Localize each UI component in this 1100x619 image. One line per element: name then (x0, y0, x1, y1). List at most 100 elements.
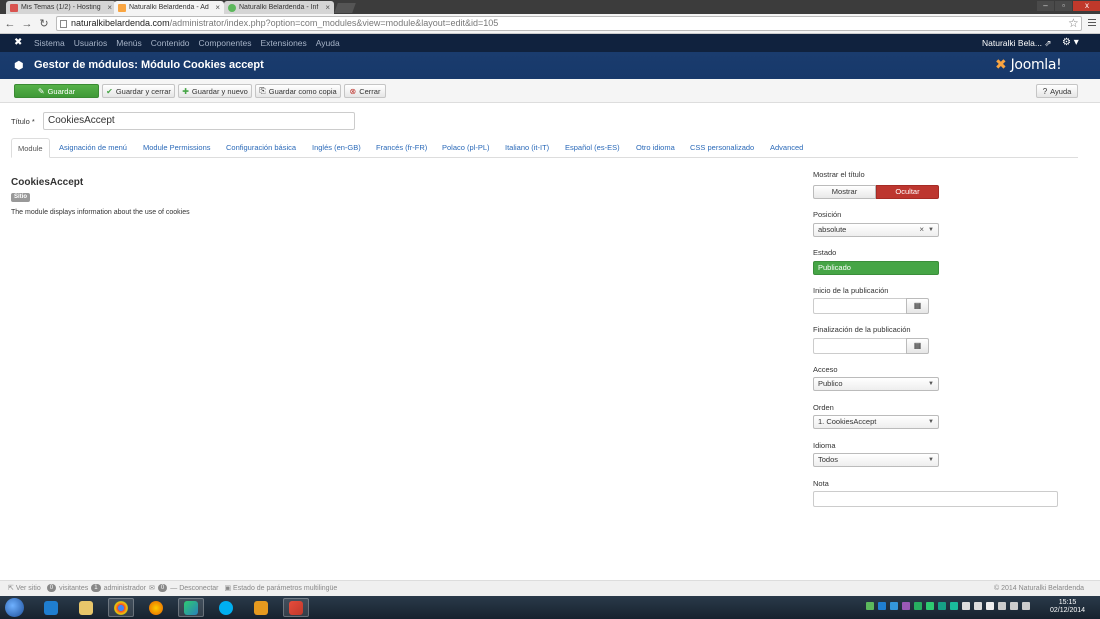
tab-basic-config[interactable]: Configuración básica (226, 138, 296, 158)
tab-module-permissions[interactable]: Module Permissions (143, 138, 211, 158)
tab-module[interactable]: Module (11, 138, 50, 158)
media-player-icon[interactable] (248, 598, 274, 617)
page-icon (60, 20, 67, 28)
menu-extensiones[interactable]: Extensiones (260, 38, 306, 48)
save-button[interactable]: ✎ Guardar (14, 84, 99, 98)
cancel-icon: ⊗ (349, 86, 357, 96)
skype-icon[interactable] (213, 598, 239, 617)
tray-icon[interactable] (938, 602, 946, 610)
check-icon: ✔ (106, 86, 113, 96)
tab-advanced[interactable]: Advanced (770, 138, 803, 158)
save-new-button[interactable]: ✚ Guardar y nuevo (178, 84, 252, 98)
browser-tab-admin[interactable]: Naturalki Belardenda - Ad × (114, 1, 224, 14)
joomla-logo-icon[interactable]: ✖ (14, 37, 22, 48)
order-select[interactable]: 1. CookiesAccept ▼ (813, 415, 939, 429)
flag-icon[interactable] (986, 602, 994, 610)
note-input[interactable] (813, 491, 1058, 507)
user-gear-icon[interactable]: ⚙ ▾ (1062, 37, 1079, 48)
admins-label: administrador (103, 584, 147, 592)
browser-tab-mis-temas[interactable]: Mis Temas (1/2) - Hosting × (6, 1, 116, 14)
tab-close-icon[interactable]: × (107, 3, 112, 12)
menu-ayuda[interactable]: Ayuda (316, 38, 340, 48)
windows-taskbar: 15:15 02/12/2014 (0, 596, 1100, 619)
network-icon[interactable] (962, 602, 970, 610)
publish-down-input[interactable] (813, 338, 907, 354)
close-window-button[interactable]: x (1073, 1, 1100, 11)
tab-close-icon[interactable]: × (215, 3, 220, 12)
tab-menu-assignment[interactable]: Asignación de menú (59, 138, 127, 158)
back-arrow-icon[interactable]: ← (4, 18, 16, 30)
tray-icon[interactable] (878, 602, 886, 610)
show-title-label: Mostrar el título (813, 170, 865, 179)
app-icon[interactable] (283, 598, 309, 617)
calendar-icon[interactable]: ▦ (906, 298, 929, 314)
visitors-label: visitantes (59, 584, 89, 592)
menu-usuarios[interactable]: Usuarios (74, 38, 108, 48)
copy-icon: ⎘ (259, 86, 266, 95)
help-button[interactable]: ? Ayuda (1036, 84, 1078, 98)
minimize-button[interactable]: – (1037, 1, 1054, 11)
view-site-link[interactable]: ⇱ Ver sitio (8, 584, 44, 592)
tray-icon[interactable] (926, 602, 934, 610)
volume-icon[interactable] (974, 602, 982, 610)
multilang-status-link[interactable]: ▣ Estado de parámetros multilingüe (224, 584, 340, 592)
tab-polish[interactable]: Polaco (pl-PL) (442, 138, 490, 158)
taskbar-clock[interactable]: 15:15 02/12/2014 (1050, 599, 1085, 615)
admins-count: 1 (91, 584, 101, 592)
publish-up-input[interactable] (813, 298, 907, 314)
reload-icon[interactable]: ↻ (38, 18, 50, 30)
tab-other-language[interactable]: Otro idioma (636, 138, 675, 158)
publish-down-label: Finalización de la publicación (813, 325, 911, 334)
language-select[interactable]: Todos ▼ (813, 453, 939, 467)
tray-icon[interactable] (1010, 602, 1018, 610)
tray-icon[interactable] (890, 602, 898, 610)
tray-icon[interactable] (866, 602, 874, 610)
menu-componentes[interactable]: Componentes (199, 38, 252, 48)
calendar-icon[interactable]: ▦ (906, 338, 929, 354)
tab-custom-css[interactable]: CSS personalizado (690, 138, 754, 158)
menu-sistema[interactable]: Sistema (34, 38, 65, 48)
title-input[interactable]: CookiesAccept (43, 112, 355, 130)
hide-title-option[interactable]: Ocultar (876, 185, 939, 199)
ftp-client-icon[interactable] (178, 598, 204, 617)
forward-arrow-icon[interactable]: → (21, 18, 33, 30)
chrome-icon[interactable] (108, 598, 134, 617)
show-title-option[interactable]: Mostrar (813, 185, 876, 199)
onenote-tray-icon[interactable] (902, 602, 910, 610)
tab-french[interactable]: Francés (fr-FR) (376, 138, 427, 158)
new-tab-button[interactable] (334, 3, 356, 13)
file-explorer-icon[interactable] (73, 598, 99, 617)
tab-close-icon[interactable]: × (325, 3, 330, 12)
close-button[interactable]: ⊗ Cerrar (344, 84, 386, 98)
url-input[interactable]: naturalkibelardenda.com/administrator/in… (56, 16, 1082, 31)
tab-spanish[interactable]: Español (es-ES) (565, 138, 620, 158)
joomla-mark-icon: ✖ (995, 57, 1007, 73)
position-select[interactable]: absolute × ▼ (813, 223, 939, 237)
tray-icon[interactable] (1022, 602, 1030, 610)
tray-icon[interactable] (914, 602, 922, 610)
firefox-icon[interactable] (143, 598, 169, 617)
joomla-brand-logo: ✖ Joomla! (995, 57, 1062, 73)
tab-italian[interactable]: Italiano (it-IT) (505, 138, 549, 158)
status-select[interactable]: Publicado (813, 261, 939, 275)
menu-menus[interactable]: Menús (116, 38, 142, 48)
windows-start-icon[interactable] (5, 598, 24, 617)
access-select[interactable]: Publico ▼ (813, 377, 939, 391)
browser-menu-icon[interactable] (1088, 19, 1096, 28)
tab-label: Mis Temas (1/2) - Hosting (21, 4, 101, 11)
mail-icon[interactable]: ✉ (149, 584, 155, 592)
logout-link[interactable]: — Desconectar (170, 585, 221, 592)
clear-icon[interactable]: × (919, 224, 924, 236)
tray-icon[interactable] (998, 602, 1006, 610)
maximize-button[interactable]: ▫ (1055, 1, 1072, 11)
browser-tab-info[interactable]: Naturalki Belardenda - Inf × (224, 1, 334, 14)
show-title-toggle: Mostrar Ocultar (813, 185, 939, 199)
bookmark-star-icon[interactable]: ☆ (1068, 16, 1079, 30)
save-close-button[interactable]: ✔ Guardar y cerrar (102, 84, 175, 98)
menu-contenido[interactable]: Contenido (151, 38, 190, 48)
save-copy-button[interactable]: ⎘ Guardar como copia (255, 84, 341, 98)
site-user-link[interactable]: Naturalki Bela... ⇗ (982, 38, 1052, 49)
dropbox-icon[interactable] (38, 598, 64, 617)
tab-english[interactable]: Inglés (en-GB) (312, 138, 361, 158)
tray-icon[interactable] (950, 602, 958, 610)
